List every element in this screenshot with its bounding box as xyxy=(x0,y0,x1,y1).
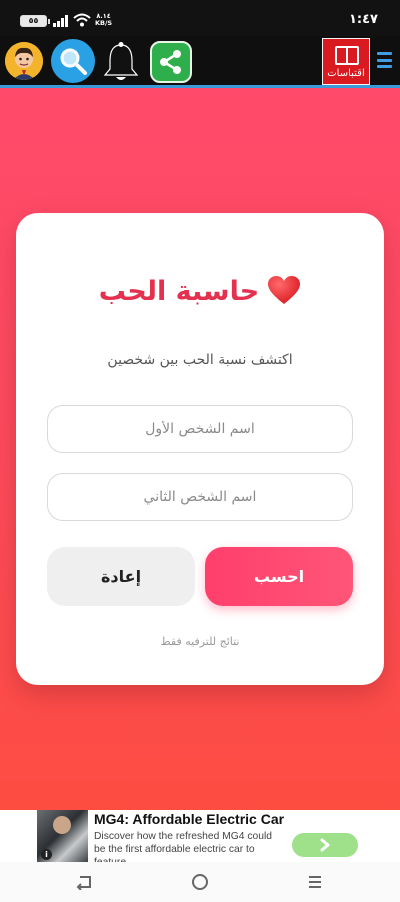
first-person-input[interactable] xyxy=(47,405,353,453)
share-button[interactable] xyxy=(150,41,192,83)
ad-title[interactable]: MG4: Affordable Electric Car xyxy=(94,811,284,827)
wifi-icon xyxy=(73,13,91,27)
book-icon xyxy=(335,46,359,65)
second-person-input[interactable] xyxy=(47,473,353,521)
back-button[interactable] xyxy=(72,870,96,894)
avatar-icon xyxy=(5,42,43,80)
search-icon xyxy=(60,48,87,75)
search-button[interactable] xyxy=(51,39,95,83)
menu-icon xyxy=(377,52,392,55)
card-title: حاسبة الحب xyxy=(16,275,384,307)
reset-button[interactable]: إعادة xyxy=(47,547,195,606)
recents-icon xyxy=(309,876,321,888)
ad-banner[interactable]: i MG4: Affordable Electric Car Discover … xyxy=(0,810,400,868)
disclaimer-text: نتائج للترفيه فقط xyxy=(160,635,240,648)
main-content: حاسبة الحب اكتشف نسبة الحب بين شخصين احس… xyxy=(0,88,400,810)
menu-button[interactable] xyxy=(377,52,392,70)
ad-info-icon[interactable]: i xyxy=(41,849,52,860)
calculate-button[interactable]: احسب xyxy=(205,547,353,606)
signal-icon xyxy=(53,15,69,27)
status-bar: ٥٥ ٨.١٤ KB/S ١:٤٧ xyxy=(0,0,400,36)
card-subtitle: اكتشف نسبة الحب بين شخصين xyxy=(107,352,293,368)
home-button[interactable] xyxy=(188,870,212,894)
share-icon xyxy=(160,50,181,74)
system-nav-bar xyxy=(0,862,400,902)
notifications-button[interactable] xyxy=(101,41,141,83)
app-logo-text: اقتباسات xyxy=(327,68,365,79)
heart-icon xyxy=(268,276,301,304)
ad-cta-button[interactable] xyxy=(292,833,358,857)
home-icon xyxy=(192,874,208,890)
clock: ١:٤٧ xyxy=(348,12,378,27)
love-calculator-card: حاسبة الحب اكتشف نسبة الحب بين شخصين احس… xyxy=(16,213,384,685)
back-icon xyxy=(76,876,91,890)
network-speed-unit: KB/S xyxy=(95,19,113,27)
card-title-text: حاسبة الحب xyxy=(98,276,260,307)
avatar-button[interactable] xyxy=(5,42,43,80)
app-toolbar: اقتباسات xyxy=(0,36,400,88)
chevron-right-icon xyxy=(320,838,330,852)
recents-button[interactable] xyxy=(303,870,327,894)
network-speed: ٨.١٤ KB/S xyxy=(95,13,112,27)
battery-icon: ٥٥ xyxy=(20,15,50,27)
app-logo: اقتباسات xyxy=(322,38,370,85)
bell-icon xyxy=(103,42,139,80)
